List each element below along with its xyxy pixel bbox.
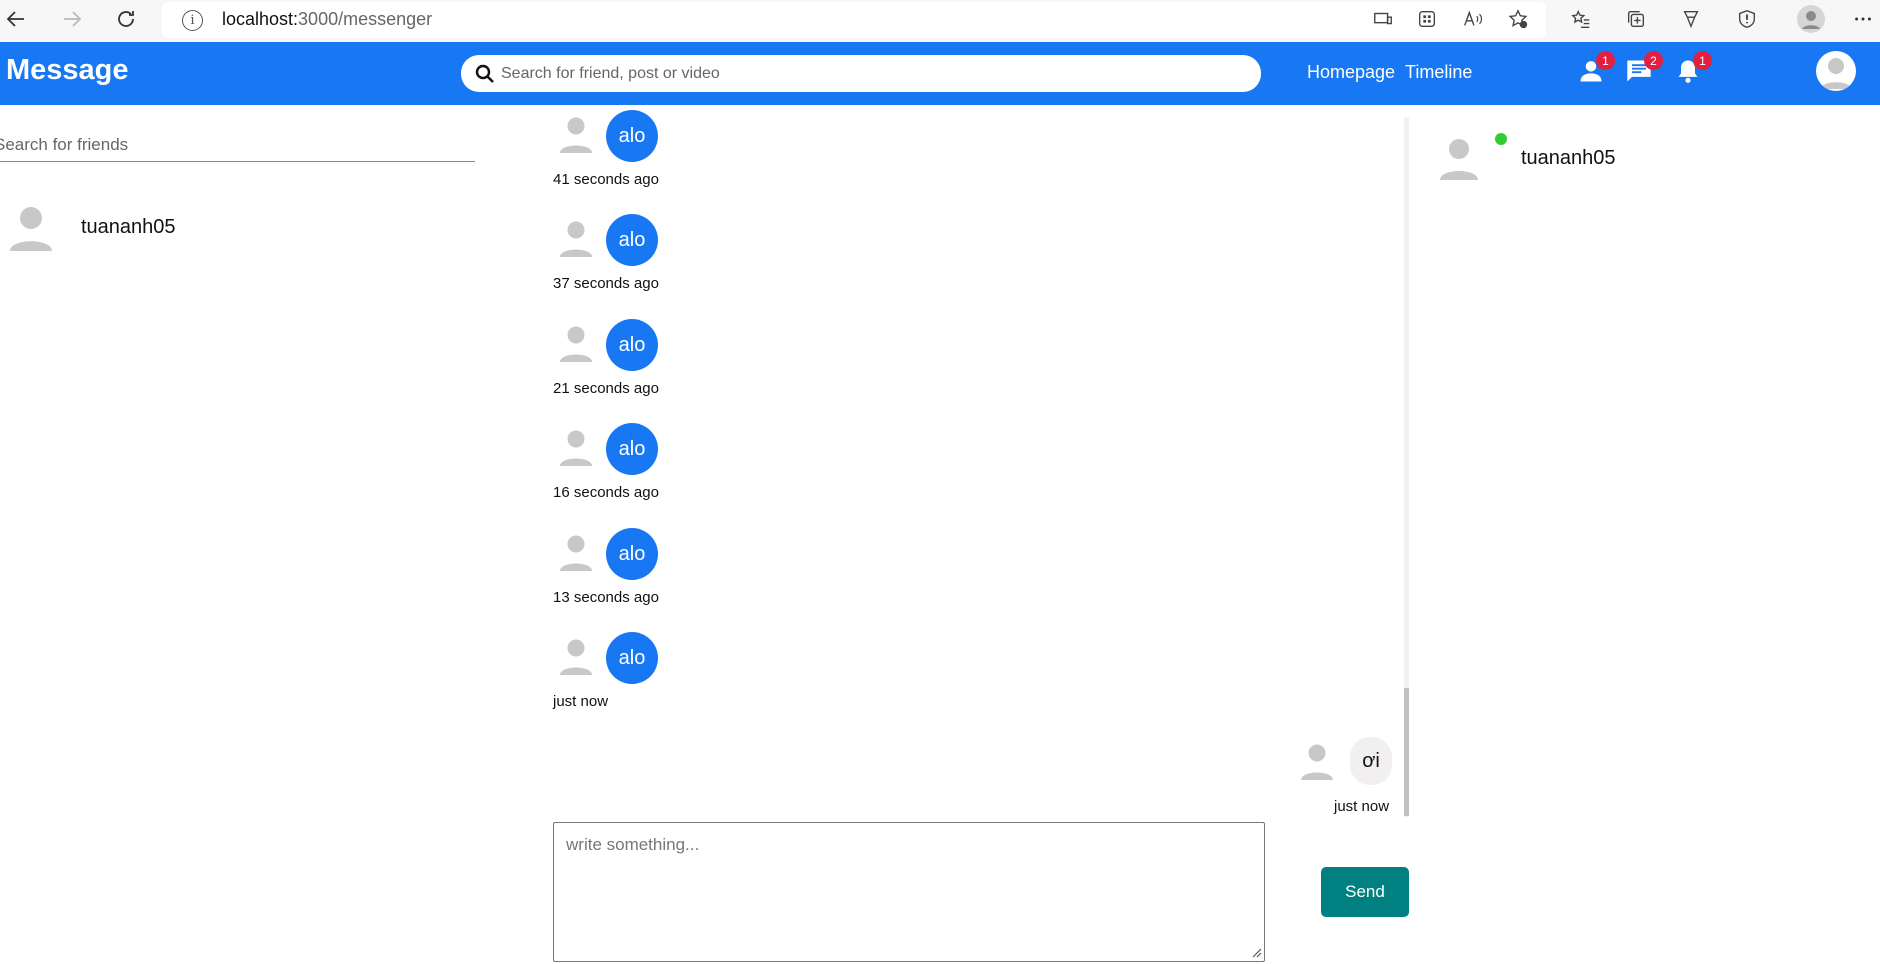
friend-requests-button[interactable]: 1 <box>1577 51 1615 87</box>
homepage-link[interactable]: Homepage <box>1307 62 1395 83</box>
avatar-icon <box>560 639 592 675</box>
add-favorite-icon[interactable] <box>1505 6 1531 32</box>
device-icon[interactable] <box>1370 6 1396 32</box>
avatar-icon <box>560 535 592 571</box>
forward-button[interactable] <box>56 3 88 35</box>
reload-button[interactable] <box>110 3 142 35</box>
avatar-icon <box>1820 58 1852 89</box>
message-bubble: alo <box>606 214 658 266</box>
chat-messages[interactable]: alo 41 seconds ago alo 37 seconds ago al… <box>553 110 1409 816</box>
back-button[interactable] <box>0 3 32 35</box>
chat-scrollbar-thumb[interactable] <box>1404 688 1409 816</box>
messages-button[interactable]: 2 <box>1625 51 1663 87</box>
browser-toolbar: i localhost:3000/messenger <box>0 0 1880 42</box>
avatar-icon <box>1301 744 1333 780</box>
global-search-input[interactable] <box>501 59 1241 88</box>
online-friend[interactable]: tuananh05 <box>1440 131 1740 181</box>
avatar-icon <box>560 221 592 257</box>
conversation-name: tuananh05 <box>81 216 176 238</box>
shield-icon[interactable] <box>1734 6 1760 32</box>
conversation-item[interactable]: tuananh05 <box>10 205 470 253</box>
avatar-icon <box>560 430 592 466</box>
message-timestamp: 16 seconds ago <box>553 484 659 501</box>
avatar-icon <box>560 117 592 153</box>
avatar-icon <box>560 326 592 362</box>
notifications-button[interactable]: 1 <box>1674 51 1712 87</box>
friend-requests-badge: 1 <box>1596 51 1615 70</box>
message-bubble: alo <box>606 319 658 371</box>
extensions-icon[interactable] <box>1678 6 1704 32</box>
global-search[interactable] <box>461 55 1261 92</box>
reload-icon <box>118 11 134 27</box>
message-timestamp: just now <box>553 693 609 710</box>
message-timestamp: 21 seconds ago <box>553 380 659 397</box>
online-friend-name: tuananh05 <box>1521 147 1616 169</box>
user-avatar[interactable] <box>1816 51 1856 91</box>
collections-icon[interactable] <box>1623 6 1649 32</box>
timeline-link[interactable]: Timeline <box>1405 62 1472 83</box>
address-bar[interactable]: i localhost:3000/messenger <box>162 2 1546 38</box>
read-aloud-icon[interactable] <box>1460 6 1486 32</box>
avatar-icon <box>10 207 52 251</box>
message-bubble: alo <box>606 528 658 580</box>
resize-handle-icon[interactable] <box>1250 946 1262 958</box>
friend-search-input[interactable] <box>0 128 475 162</box>
favorites-icon[interactable] <box>1568 6 1594 32</box>
message-bubble: ơi <box>1350 737 1392 785</box>
message-bubble: alo <box>606 423 658 475</box>
forward-arrow-icon <box>64 11 82 27</box>
message-timestamp: 13 seconds ago <box>553 589 659 606</box>
site-info-icon[interactable]: i <box>182 10 203 31</box>
search-icon <box>475 64 494 83</box>
message-bubble: alo <box>606 110 658 162</box>
profile-icon[interactable] <box>1796 4 1826 34</box>
online-status-dot <box>1495 133 1507 145</box>
message-input[interactable] <box>553 822 1265 962</box>
message-bubble: alo <box>606 632 658 684</box>
send-button[interactable]: Send <box>1321 867 1409 917</box>
back-arrow-icon <box>6 11 24 27</box>
avatar-icon <box>1440 139 1478 180</box>
notifications-badge: 1 <box>1693 51 1712 70</box>
apps-icon[interactable] <box>1414 6 1440 32</box>
message-timestamp: just now <box>1334 798 1390 815</box>
more-icon[interactable] <box>1850 6 1876 32</box>
message-timestamp: 41 seconds ago <box>553 171 659 188</box>
messages-badge: 2 <box>1644 51 1663 70</box>
app-logo[interactable]: Message <box>6 54 129 87</box>
url-text: localhost:3000/messenger <box>222 9 433 29</box>
app-topbar: Message Homepage Timeline 1 2 1 <box>0 42 1880 105</box>
message-timestamp: 37 seconds ago <box>553 275 659 292</box>
